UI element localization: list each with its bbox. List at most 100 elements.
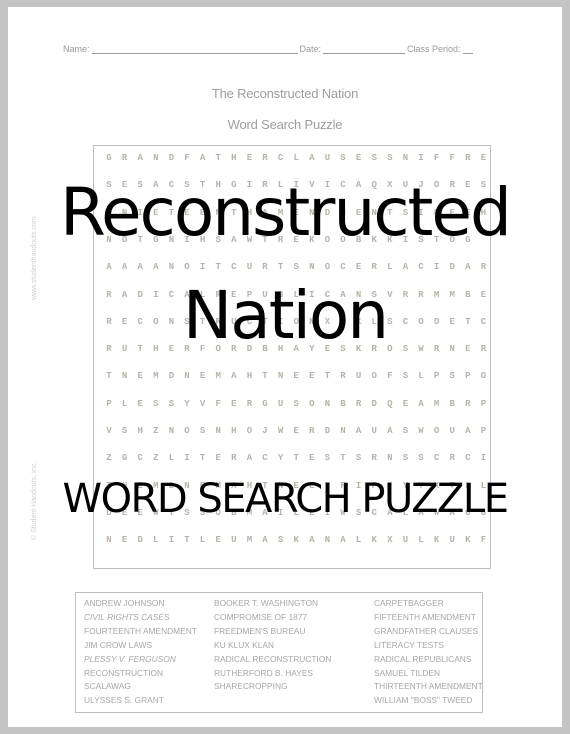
grid-letter[interactable]: R bbox=[463, 399, 473, 409]
grid-letter[interactable]: L bbox=[166, 453, 176, 463]
grid-letter[interactable]: S bbox=[166, 399, 176, 409]
grid-letter[interactable]: C bbox=[416, 262, 426, 272]
grid-letter[interactable]: V bbox=[198, 399, 208, 409]
grid-letter[interactable]: L bbox=[198, 535, 208, 545]
grid-letter[interactable]: A bbox=[338, 535, 348, 545]
grid-letter[interactable]: E bbox=[229, 399, 239, 409]
grid-letter[interactable]: P bbox=[478, 426, 488, 436]
grid-letter[interactable]: M bbox=[151, 371, 161, 381]
grid-letter[interactable]: U bbox=[229, 535, 239, 545]
grid-letter[interactable]: Z bbox=[151, 453, 161, 463]
grid-letter[interactable]: O bbox=[322, 262, 332, 272]
grid-letter[interactable]: P bbox=[432, 371, 442, 381]
grid-letter[interactable]: T bbox=[104, 371, 114, 381]
grid-letter[interactable]: C bbox=[338, 262, 348, 272]
grid-letter[interactable]: A bbox=[307, 535, 317, 545]
grid-letter[interactable]: E bbox=[354, 153, 364, 163]
grid-letter[interactable]: F bbox=[182, 153, 192, 163]
grid-letter[interactable]: R bbox=[229, 453, 239, 463]
grid-letter[interactable]: S bbox=[400, 453, 410, 463]
grid-letter[interactable]: T bbox=[213, 262, 223, 272]
grid-letter[interactable]: N bbox=[166, 262, 176, 272]
grid-letter[interactable]: O bbox=[182, 262, 192, 272]
grid-letter[interactable]: C bbox=[432, 453, 442, 463]
grid-letter[interactable]: U bbox=[276, 399, 286, 409]
grid-letter[interactable]: A bbox=[244, 453, 254, 463]
grid-letter[interactable]: I bbox=[478, 453, 488, 463]
grid-letter[interactable]: A bbox=[229, 371, 239, 381]
grid-letter[interactable]: R bbox=[354, 399, 364, 409]
grid-letter[interactable]: Q bbox=[385, 399, 395, 409]
grid-letter[interactable]: F bbox=[478, 535, 488, 545]
grid-letter[interactable]: A bbox=[151, 262, 161, 272]
grid-letter[interactable]: N bbox=[307, 262, 317, 272]
grid-letter[interactable]: L bbox=[120, 399, 130, 409]
grid-letter[interactable]: B bbox=[338, 399, 348, 409]
grid-letter[interactable]: D bbox=[166, 371, 176, 381]
grid-letter[interactable]: C bbox=[135, 453, 145, 463]
grid-letter[interactable]: S bbox=[120, 426, 130, 436]
grid-letter[interactable]: R bbox=[260, 262, 270, 272]
grid-letter[interactable]: C bbox=[260, 453, 270, 463]
grid-letter[interactable]: Y bbox=[182, 399, 192, 409]
grid-letter[interactable]: U bbox=[369, 426, 379, 436]
grid-letter[interactable]: T bbox=[198, 453, 208, 463]
grid-letter[interactable]: I bbox=[416, 153, 426, 163]
grid-letter[interactable]: N bbox=[213, 426, 223, 436]
grid-letter[interactable]: D bbox=[166, 153, 176, 163]
grid-letter[interactable]: A bbox=[416, 399, 426, 409]
grid-letter[interactable]: S bbox=[322, 453, 332, 463]
grid-letter[interactable]: O bbox=[182, 426, 192, 436]
grid-letter[interactable]: N bbox=[151, 153, 161, 163]
grid-letter[interactable]: N bbox=[400, 153, 410, 163]
grid-letter[interactable]: F bbox=[432, 153, 442, 163]
grid-letter[interactable]: U bbox=[447, 535, 457, 545]
grid-letter[interactable]: I bbox=[182, 453, 192, 463]
grid-letter[interactable]: T bbox=[182, 535, 192, 545]
grid-letter[interactable]: H bbox=[229, 426, 239, 436]
grid-letter[interactable]: D bbox=[369, 399, 379, 409]
grid-letter[interactable]: E bbox=[244, 153, 254, 163]
grid-letter[interactable]: S bbox=[276, 535, 286, 545]
grid-letter[interactable]: A bbox=[104, 262, 114, 272]
grid-letter[interactable]: I bbox=[432, 262, 442, 272]
grid-letter[interactable]: C bbox=[463, 453, 473, 463]
grid-letter[interactable]: S bbox=[151, 399, 161, 409]
grid-letter[interactable]: A bbox=[463, 262, 473, 272]
grid-letter[interactable]: O bbox=[369, 371, 379, 381]
grid-letter[interactable]: H bbox=[244, 371, 254, 381]
grid-letter[interactable]: R bbox=[478, 262, 488, 272]
grid-letter[interactable]: O bbox=[307, 399, 317, 409]
grid-letter[interactable]: S bbox=[369, 153, 379, 163]
grid-letter[interactable]: C bbox=[229, 262, 239, 272]
grid-letter[interactable]: T bbox=[322, 371, 332, 381]
grid-letter[interactable]: R bbox=[369, 262, 379, 272]
grid-letter[interactable]: O bbox=[244, 426, 254, 436]
grid-letter[interactable]: T bbox=[260, 371, 270, 381]
grid-letter[interactable]: U bbox=[354, 371, 364, 381]
grid-letter[interactable]: L bbox=[354, 535, 364, 545]
grid-letter[interactable]: R bbox=[260, 153, 270, 163]
grid-letter[interactable]: M bbox=[244, 535, 254, 545]
grid-letter[interactable]: O bbox=[478, 371, 488, 381]
grid-letter[interactable]: E bbox=[213, 535, 223, 545]
grid-letter[interactable]: X bbox=[385, 535, 395, 545]
grid-letter[interactable]: A bbox=[135, 153, 145, 163]
grid-letter[interactable]: G bbox=[120, 453, 130, 463]
grid-letter[interactable]: R bbox=[307, 426, 317, 436]
grid-letter[interactable]: A bbox=[120, 262, 130, 272]
grid-letter[interactable]: A bbox=[307, 153, 317, 163]
grid-letter[interactable]: D bbox=[322, 426, 332, 436]
grid-letter[interactable]: Y bbox=[276, 453, 286, 463]
grid-letter[interactable]: A bbox=[400, 262, 410, 272]
grid-letter[interactable]: E bbox=[291, 426, 301, 436]
grid-letter[interactable]: S bbox=[198, 426, 208, 436]
grid-letter[interactable]: F bbox=[385, 371, 395, 381]
grid-letter[interactable]: G bbox=[260, 399, 270, 409]
grid-letter[interactable]: V bbox=[104, 426, 114, 436]
grid-letter[interactable]: O bbox=[432, 426, 442, 436]
name-blank[interactable] bbox=[91, 44, 298, 54]
grid-letter[interactable]: N bbox=[182, 371, 192, 381]
grid-letter[interactable]: S bbox=[400, 426, 410, 436]
grid-letter[interactable]: E bbox=[135, 371, 145, 381]
